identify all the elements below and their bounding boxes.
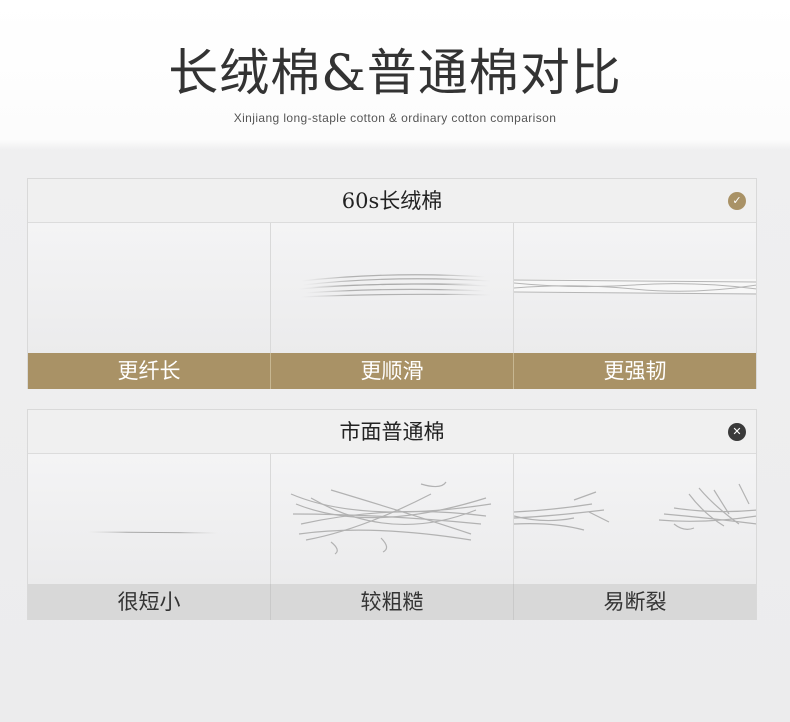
- feature-label-rough: 较粗糙: [271, 584, 514, 620]
- page-subtitle: Xinjiang long-staple cotton & ordinary c…: [233, 111, 557, 125]
- fiber-image-longer: [28, 223, 271, 353]
- fiber-image-brittle: [514, 454, 756, 584]
- long-staple-header: 60s长绒棉 ✓: [28, 179, 756, 223]
- feature-label-longer: 更纤长: [28, 353, 271, 389]
- close-circle-icon: ✕: [728, 423, 746, 441]
- ordinary-cotton-heading: 市面普通棉: [339, 420, 445, 444]
- ordinary-cotton-header: 市面普通棉 ✕: [28, 410, 756, 454]
- fiber-image-stronger: [514, 223, 756, 353]
- ordinary-cotton-panel: 市面普通棉 ✕ 很短小 较粗糙 易断裂: [27, 409, 757, 620]
- feature-label-stronger: 更强韧: [603, 359, 667, 383]
- page-title: 长绒棉&普通棉对比: [168, 44, 622, 102]
- long-staple-heading: 60s长绒棉: [341, 189, 443, 213]
- feature-label-smoother: 更顺滑: [271, 353, 514, 389]
- fiber-image-rough: [271, 454, 514, 584]
- feature-label-brittle: 易断裂: [603, 590, 667, 614]
- feature-label-short: 很短小: [28, 584, 271, 620]
- check-circle-icon: ✓: [728, 192, 746, 210]
- long-staple-panel: 60s长绒棉 ✓ 更纤长 更顺滑 更强韧: [27, 178, 757, 389]
- fiber-image-short: [28, 454, 271, 584]
- fiber-image-smoother: [271, 223, 514, 353]
